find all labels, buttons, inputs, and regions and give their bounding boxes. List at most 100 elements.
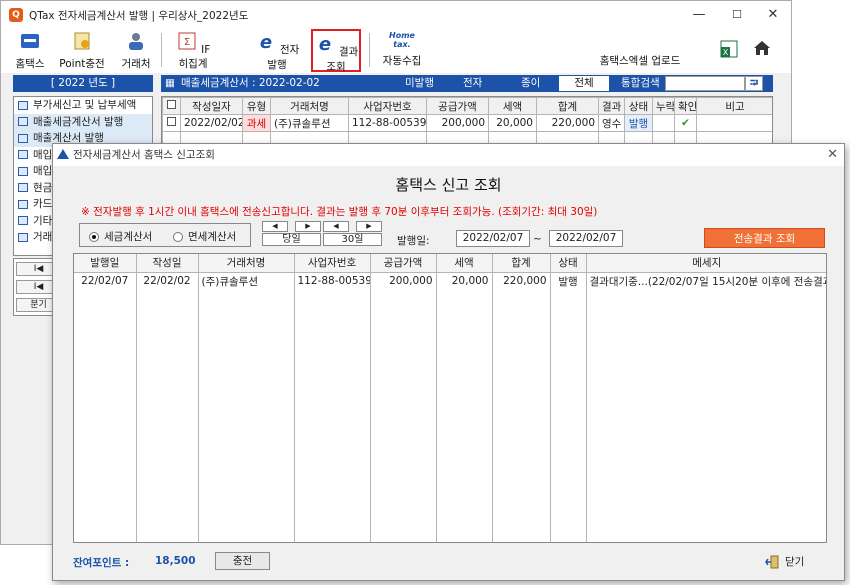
- table-col-header[interactable]: 거래처명: [270, 97, 349, 115]
- row-supply: 200,000: [426, 114, 489, 132]
- close-button[interactable]: 닫기: [765, 554, 804, 569]
- row-total: 220,000: [536, 114, 599, 132]
- grid-col-header[interactable]: 상태: [550, 254, 587, 273]
- search-input[interactable]: [665, 76, 745, 91]
- grid-tax: 20,000: [436, 272, 493, 290]
- e-icon: e: [260, 32, 272, 53]
- hometax-logo-icon: Home tax.: [386, 31, 418, 51]
- charge-button[interactable]: 충전: [215, 552, 270, 570]
- grid-col-header[interactable]: 발행일: [74, 254, 137, 273]
- table-col-header[interactable]: 유형: [242, 97, 271, 115]
- dialog-heading: 홈택스 신고 조회: [395, 176, 502, 194]
- grid-col-header[interactable]: 작성일: [136, 254, 199, 273]
- table-col-header[interactable]: 누락: [652, 97, 675, 115]
- point-charge-label: Point충전: [59, 58, 105, 70]
- date-to-field[interactable]: 2022/02/07: [549, 230, 623, 247]
- left-menu-item[interactable]: 부가세신고 및 납부세액: [14, 97, 152, 114]
- date-separator: ~: [533, 233, 542, 245]
- grid-issue-date: 22/02/07: [74, 272, 137, 290]
- search-button[interactable]: ⮒: [745, 76, 763, 91]
- month-prev-arrow[interactable]: ◀: [323, 221, 349, 232]
- grid-write-date: 22/02/02: [136, 272, 199, 290]
- sum-icon: Σ: [178, 32, 196, 50]
- today-button[interactable]: 당일: [262, 233, 321, 246]
- grid-col-header[interactable]: 메세지: [586, 254, 826, 273]
- excel-icon[interactable]: X: [719, 39, 739, 59]
- auto-collect-label: 자동수집: [382, 55, 422, 67]
- toolbar: 홈택스 Point충전 거래처 Σ IF히집계 e 전자발행 e 결과조회 Ho…: [1, 29, 791, 73]
- thirty-days-button[interactable]: 30일: [323, 233, 382, 246]
- grid-bizno: 112-88-00539: [294, 272, 371, 290]
- table-col-header[interactable]: 결과: [598, 97, 625, 115]
- grid-message: 결과대기중...(22/02/07일 15시20분 이후에 전송결과 확인: [586, 272, 826, 290]
- result-lookup-button[interactable]: e 결과조회: [311, 29, 361, 73]
- select-all-checkbox[interactable]: [167, 100, 176, 109]
- svg-text:X: X: [723, 48, 729, 57]
- points-label: 잔여포인트 :: [73, 557, 130, 569]
- hometax-button[interactable]: 홈택스: [13, 31, 47, 71]
- calendar-icon: ▦: [165, 77, 175, 89]
- table-col-header[interactable]: 작성일자: [180, 97, 243, 115]
- menu-item-icon: [18, 150, 28, 160]
- menu-item-icon: [18, 232, 28, 242]
- point-charge-button[interactable]: Point충전: [59, 31, 105, 71]
- svg-text:Σ: Σ: [184, 37, 190, 48]
- filter-all[interactable]: 전체: [559, 76, 609, 91]
- grid-col-header[interactable]: 사업자번호: [294, 254, 371, 273]
- e-issue-button[interactable]: e 전자발행: [253, 31, 301, 72]
- month-next-arrow[interactable]: ▶: [356, 221, 382, 232]
- day-prev-arrow[interactable]: ◀: [262, 221, 288, 232]
- home-icon[interactable]: [752, 38, 772, 58]
- radio-selected-icon: [89, 231, 99, 242]
- table-col-header[interactable]: 비고: [696, 97, 772, 115]
- day-next-arrow[interactable]: ▶: [295, 221, 321, 232]
- table-col-header[interactable]: 상태: [624, 97, 653, 115]
- radio-exempt-invoice-label: 면세계산서: [188, 231, 237, 243]
- table-col-header[interactable]: 확인: [674, 97, 697, 115]
- grid-row[interactable]: 22/02/07 22/02/02 (주)큐솔루션 112-88-00539 2…: [74, 272, 826, 290]
- filter-paper[interactable]: 종이: [521, 75, 540, 92]
- excel-upload-label: 홈택스엑셀 업로드: [599, 55, 681, 67]
- title-bar: Q QTax 전자세금계산서 발행 | 우리상사_2022년도 — ☐ ✕: [1, 1, 791, 29]
- table-col-header[interactable]: [162, 97, 181, 115]
- app: Q QTax 전자세금계산서 발행 | 우리상사_2022년도 — ☐ ✕ 홈택…: [0, 0, 850, 585]
- radio-tax-invoice[interactable]: 세금계산서: [89, 229, 152, 244]
- row-checkbox[interactable]: [162, 114, 181, 132]
- excel-upload-button[interactable]: 홈택스엑셀 업로드: [595, 53, 685, 68]
- dialog-close-icon[interactable]: ✕: [827, 144, 838, 166]
- dialog-title-bar: 전자세금계산서 홈택스 신고조회 ✕: [53, 144, 844, 166]
- grid-col-header[interactable]: 거래처명: [198, 254, 295, 273]
- left-menu-item[interactable]: 매출세금계산서 발행: [14, 113, 152, 130]
- table-col-header[interactable]: 사업자번호: [348, 97, 427, 115]
- grid-col-header[interactable]: 공급가액: [370, 254, 437, 273]
- check-icon: ✔: [674, 114, 697, 132]
- partners-button[interactable]: 거래처: [119, 31, 153, 71]
- minimize-button[interactable]: —: [681, 1, 717, 29]
- row-tax: 20,000: [488, 114, 537, 132]
- sales-invoice-title: 매출세금계산서 : 2022-02-02: [181, 77, 320, 89]
- left-menu-item-label: 매입: [33, 148, 53, 161]
- table-col-header[interactable]: 세액: [488, 97, 537, 115]
- grid-col-header[interactable]: 세액: [436, 254, 493, 273]
- exit-door-icon: [765, 555, 779, 568]
- date-from-field[interactable]: 2022/02/07: [456, 230, 530, 247]
- table-row[interactable]: 2022/02/02 과세 (주)큐솔루션 112-88-00539 200,0…: [162, 114, 772, 132]
- radio-exempt-invoice[interactable]: 면세계산서: [173, 229, 236, 244]
- left-menu-item-label: 매입: [33, 165, 53, 177]
- year-label[interactable]: [ 2022 년도 ]: [13, 75, 153, 92]
- table-col-header[interactable]: 공급가액: [426, 97, 489, 115]
- filter-electronic[interactable]: 전자: [463, 75, 482, 92]
- toolbar-separator: [161, 33, 162, 67]
- dialog-title: 전자세금계산서 홈택스 신고조회: [73, 149, 215, 161]
- maximize-button[interactable]: ☐: [719, 1, 755, 29]
- table-col-header[interactable]: 합계: [536, 97, 599, 115]
- table-header-row: 작성일자 유형 거래처명 사업자번호 공급가액 세액 합계 결과 상태 누락 확인 비고: [162, 97, 772, 115]
- if-collect-button[interactable]: Σ IF히집계: [173, 31, 213, 71]
- filter-unissued[interactable]: 미발행: [405, 75, 434, 92]
- hometax-icon: [21, 34, 39, 48]
- grid-empty-area: [74, 290, 826, 542]
- auto-collect-button[interactable]: Home tax. 자동수집: [379, 31, 425, 68]
- send-result-lookup-button[interactable]: 전송결과 조회: [704, 228, 825, 248]
- window-close-button[interactable]: ✕: [755, 1, 791, 29]
- grid-col-header[interactable]: 합계: [492, 254, 551, 273]
